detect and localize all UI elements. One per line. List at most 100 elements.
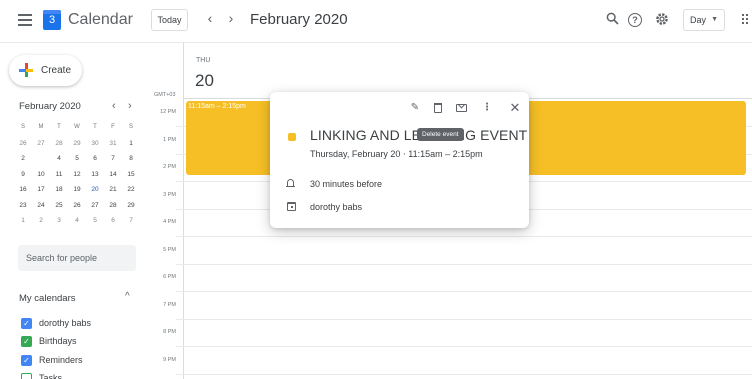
- mini-calendar-day[interactable]: 24: [32, 198, 50, 214]
- mini-calendar-day[interactable]: 17: [32, 182, 50, 198]
- more-options-icon[interactable]: ⋮: [481, 102, 493, 114]
- mini-calendar-prev-button[interactable]: ‹: [112, 100, 116, 112]
- hour-label: 12 PM: [160, 109, 176, 115]
- mini-calendar-day[interactable]: 4: [50, 151, 68, 167]
- mini-calendar-week: 16 17 18 19 20 21 22: [14, 182, 140, 198]
- chevron-up-icon[interactable]: ^: [125, 291, 130, 302]
- mini-calendar-day[interactable]: 27: [86, 198, 104, 214]
- mini-calendar-day[interactable]: 5: [68, 151, 86, 167]
- mini-calendar-day[interactable]: 20: [86, 182, 104, 198]
- mini-calendar-day[interactable]: 2: [32, 213, 50, 229]
- calendar-list-label: Reminders: [39, 355, 83, 365]
- mini-calendar-day[interactable]: 26: [68, 198, 86, 214]
- hour-label: 9 PM: [163, 356, 176, 363]
- current-period-title: February 2020: [250, 11, 348, 28]
- mini-calendar-day[interactable]: 30: [86, 136, 104, 152]
- mini-calendar-day[interactable]: 26: [14, 136, 32, 152]
- mini-calendar-day[interactable]: 4: [68, 213, 86, 229]
- day-number[interactable]: 20: [195, 71, 214, 91]
- pencil-icon[interactable]: ✎: [409, 102, 421, 114]
- event-calendar-owner: dorothy babs: [310, 202, 363, 212]
- calendar-icon: [287, 202, 296, 211]
- mini-calendar-day[interactable]: 3: [32, 151, 50, 167]
- mini-calendar-day[interactable]: 15: [122, 167, 140, 183]
- grid-vertical-divider: [183, 43, 184, 379]
- mini-calendar-day[interactable]: 8: [122, 151, 140, 167]
- mini-calendar-day[interactable]: 29: [68, 136, 86, 152]
- create-button[interactable]: Create: [9, 55, 82, 86]
- mini-calendar-day[interactable]: 28: [50, 136, 68, 152]
- next-period-button[interactable]: ›: [224, 10, 238, 26]
- hour-gridline: [176, 318, 752, 320]
- mini-calendar-day[interactable]: 18: [50, 182, 68, 198]
- mini-calendar-day[interactable]: 6: [86, 151, 104, 167]
- mini-calendar-day[interactable]: 10: [32, 167, 50, 183]
- bell-icon: [286, 179, 295, 189]
- day-of-week-label: THU: [196, 57, 211, 64]
- hour-label: 6 PM: [163, 274, 176, 280]
- hour-gridline: [176, 263, 752, 265]
- mini-calendar-day[interactable]: 31: [104, 136, 122, 152]
- mini-calendar-day[interactable]: 13: [86, 167, 104, 183]
- apps-icon[interactable]: [742, 14, 752, 26]
- view-switcher-label: Day: [690, 15, 707, 25]
- mini-calendar-day[interactable]: 28: [104, 198, 122, 214]
- mini-calendar-day[interactable]: 14: [104, 167, 122, 183]
- mini-calendar-day[interactable]: 1: [14, 213, 32, 229]
- checkbox-icon[interactable]: [21, 373, 32, 379]
- mini-calendar-day[interactable]: 21: [104, 182, 122, 198]
- mini-calendar-day[interactable]: 25: [50, 198, 68, 214]
- mini-calendar-day[interactable]: 1: [122, 136, 140, 152]
- mini-calendar-day[interactable]: 29: [122, 198, 140, 214]
- mini-calendar-weekday: S: [128, 124, 133, 130]
- mini-calendar-day[interactable]: 23: [14, 198, 32, 214]
- mini-calendar-day[interactable]: 3: [50, 213, 68, 229]
- trash-icon[interactable]: [434, 103, 442, 113]
- mini-calendar-day[interactable]: 5: [86, 213, 104, 229]
- previous-period-button[interactable]: ‹: [203, 10, 217, 26]
- mini-calendar-day[interactable]: 12: [68, 167, 86, 183]
- event-color-swatch: [288, 133, 296, 141]
- calendar-list-label: Tasks: [39, 373, 63, 379]
- mini-calendar-weekday: S: [20, 124, 25, 130]
- my-calendars-heading[interactable]: My calendars: [19, 293, 76, 304]
- hour-gridline: [176, 236, 752, 237]
- mini-calendar-day[interactable]: 9: [14, 167, 32, 183]
- people-search-input[interactable]: Search for people: [18, 245, 136, 271]
- mini-calendar-weekday: T: [93, 124, 97, 130]
- mini-calendar-next-button[interactable]: ›: [128, 100, 132, 112]
- close-icon[interactable]: ✕: [509, 101, 521, 114]
- hour-label: 5 PM: [163, 246, 176, 253]
- hour-label: 7 PM: [163, 301, 176, 308]
- hour-label: 3 PM: [163, 191, 176, 198]
- chevron-down-icon: ▼: [711, 16, 718, 23]
- mail-icon[interactable]: [456, 104, 467, 112]
- mini-calendar-day[interactable]: 22: [122, 182, 140, 198]
- mini-calendar-weekday-row: SMTWTFS: [14, 120, 140, 136]
- help-icon[interactable]: ?: [628, 13, 642, 27]
- mini-calendar-day[interactable]: 11: [50, 167, 68, 183]
- menu-icon[interactable]: [18, 14, 32, 26]
- mini-calendar-day[interactable]: 7: [104, 151, 122, 167]
- mini-calendar-day[interactable]: 6: [104, 213, 122, 229]
- today-button[interactable]: Today: [151, 9, 188, 31]
- mini-calendar-day[interactable]: 2: [14, 151, 32, 167]
- search-icon[interactable]: [604, 12, 620, 28]
- checkbox-icon[interactable]: ✓: [21, 355, 32, 366]
- gear-icon[interactable]: [654, 12, 670, 28]
- mini-calendar-day[interactable]: 27: [32, 136, 50, 152]
- mini-calendar-weekday: W: [74, 124, 80, 130]
- event-block-time: 11:15am – 2:15pm: [188, 103, 246, 110]
- checkbox-icon[interactable]: ✓: [21, 318, 32, 329]
- mini-calendar-week: 2345678: [14, 151, 140, 167]
- view-switcher[interactable]: Day ▼: [683, 9, 725, 31]
- checkbox-icon[interactable]: ✓: [21, 336, 32, 347]
- mini-calendar-weekday: M: [38, 124, 44, 130]
- hour-gridline: [176, 346, 752, 347]
- event-reminder: 30 minutes before: [310, 179, 383, 189]
- plus-icon: [19, 63, 33, 77]
- mini-calendar-day[interactable]: 19: [68, 182, 86, 198]
- mini-calendar-week: 26 27 28 29 30 31 1: [14, 136, 140, 152]
- mini-calendar-day[interactable]: 7: [122, 213, 140, 229]
- mini-calendar-day[interactable]: 16: [14, 182, 32, 198]
